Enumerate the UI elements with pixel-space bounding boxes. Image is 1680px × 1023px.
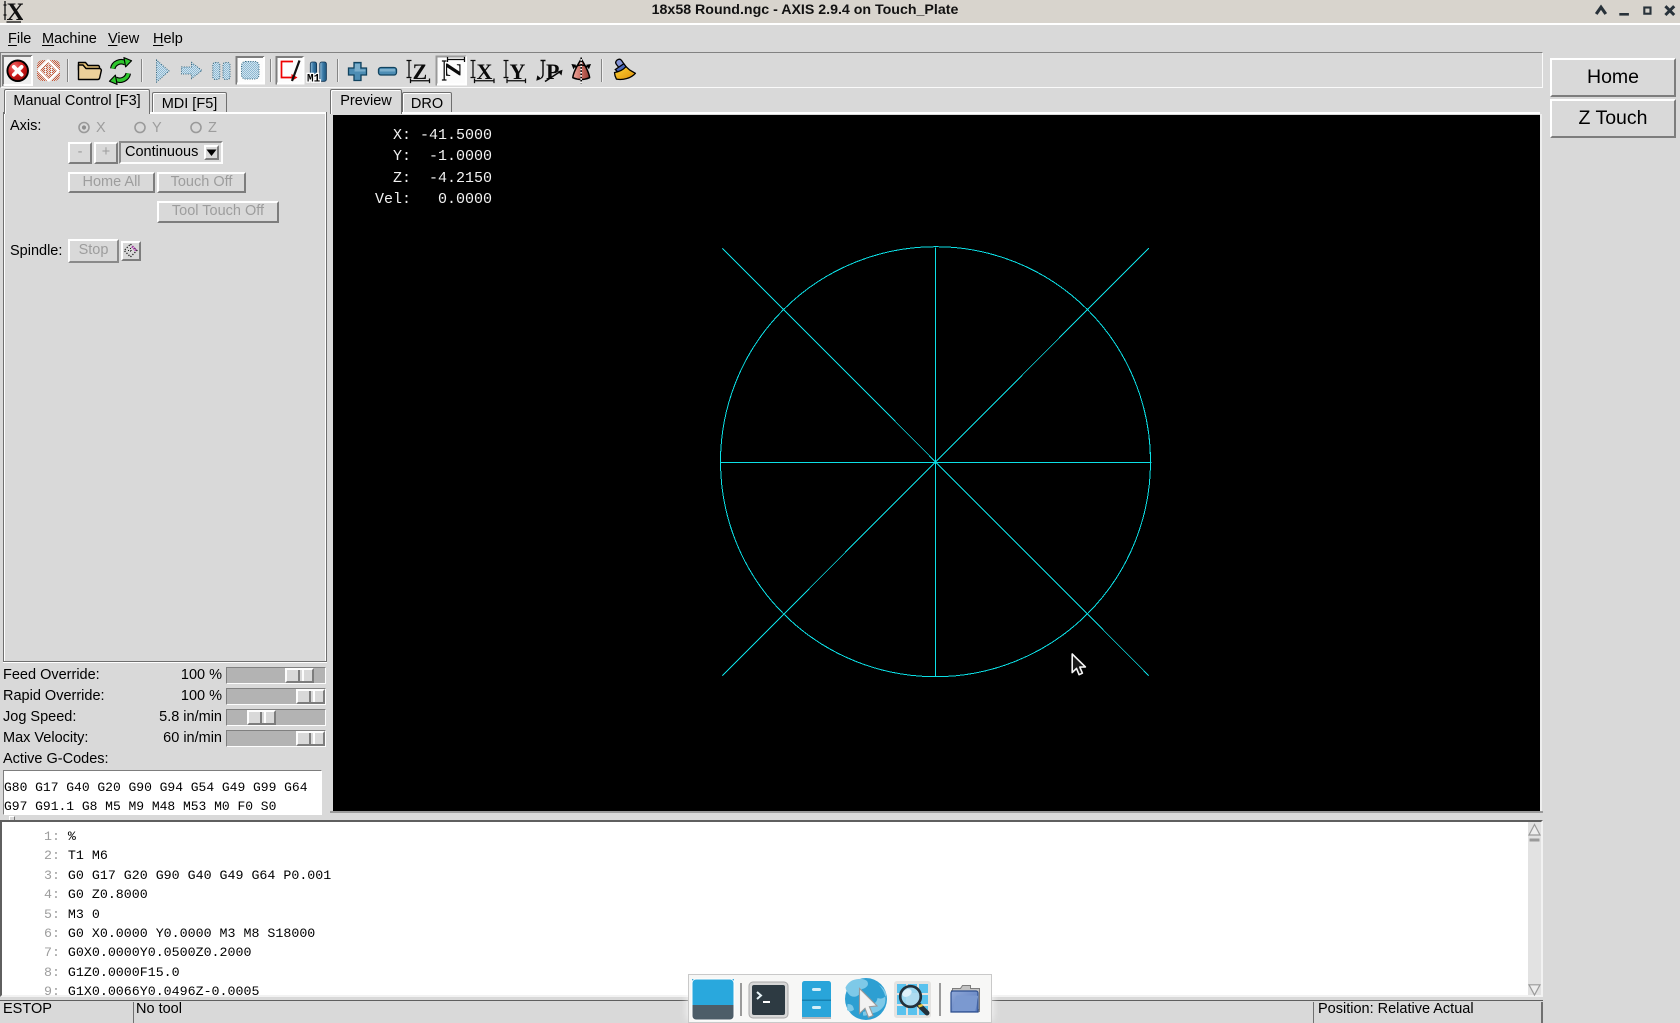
svg-text:M1: M1 [307,74,321,86]
svg-text:X: X [7,0,24,23]
